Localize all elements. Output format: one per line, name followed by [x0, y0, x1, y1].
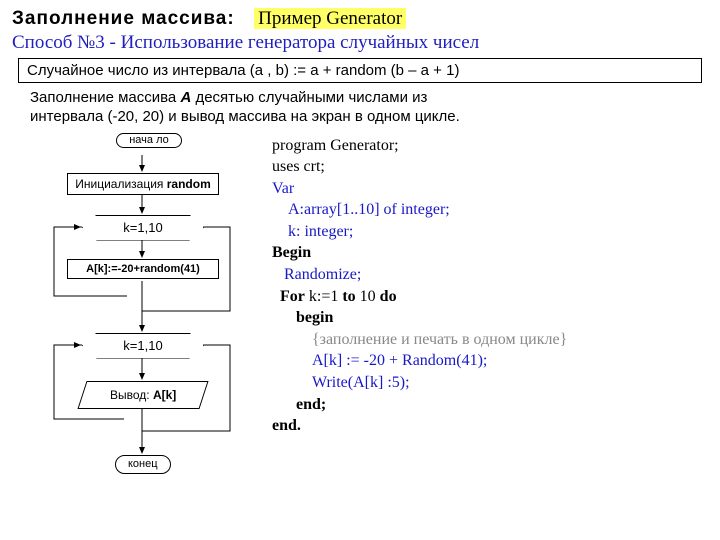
task-text: Заполнение массива А десятью случайными …	[30, 89, 702, 127]
code-l9: begin	[272, 307, 567, 329]
task-array-name: А	[180, 89, 195, 106]
flow-assign: A[k]:=-20+random(41)	[67, 259, 219, 279]
code-l7: Randomize;	[272, 264, 567, 286]
formula-text: Случайное число из интервала (a , b) := …	[27, 62, 459, 79]
code-l4: A:array[1..10] of integer;	[272, 199, 567, 221]
subtitle: Способ №3 - Использование генератора слу…	[12, 32, 708, 54]
title-highlight: Пример Generator	[254, 8, 406, 29]
flow-start: нача ло	[116, 133, 182, 148]
code-l5: k: integer;	[272, 221, 567, 243]
flow-loop1: k=1,10	[82, 215, 204, 241]
code-l10: {заполнение и печать в одном цикле}	[272, 329, 567, 351]
flow-out-a: Вывод:	[110, 388, 153, 402]
code-l6: Begin	[272, 242, 567, 264]
flow-output: Вывод: A[k]	[77, 381, 208, 409]
code-l8: For k:=1 to 10 do	[272, 286, 567, 308]
flowchart: нача ло Инициализация random k=1,10 A[k]…	[12, 131, 272, 511]
code-l8e: do	[380, 288, 397, 305]
task-line2: интервала (-20, 20) и вывод массива на э…	[30, 108, 460, 125]
code-l1: program Generator;	[272, 135, 567, 157]
code-l8b: k:=1	[305, 288, 342, 305]
code-l12: Write(A[k] :5);	[272, 372, 567, 394]
code-l13: end;	[272, 394, 567, 416]
task-line1a: Заполнение массива	[30, 89, 180, 106]
code-l11: A[k] := -20 + Random(41);	[272, 350, 567, 372]
title-row: Заполнение массива: Пример Generator	[12, 8, 708, 30]
formula-box: Случайное число из интервала (a , b) := …	[18, 58, 702, 83]
code-l8c: to	[342, 288, 355, 305]
code-l14: end.	[272, 415, 567, 437]
title-left: Заполнение массива:	[12, 8, 235, 29]
flow-init-b: random	[167, 177, 211, 191]
flow-init: Инициализация random	[67, 173, 219, 195]
task-line1c: десятью случайными числами из	[195, 89, 427, 106]
content-row: нача ло Инициализация random k=1,10 A[k]…	[12, 131, 708, 511]
code-l8d: 10	[356, 288, 380, 305]
flow-out-b: A[k]	[153, 388, 176, 402]
code-l2: uses crt;	[272, 156, 567, 178]
code-l3: Var	[272, 178, 567, 200]
code-l8a: For	[280, 288, 305, 305]
code-block: program Generator; uses crt; Var A:array…	[272, 131, 567, 511]
flow-loop2: k=1,10	[82, 333, 204, 359]
flow-end: конец	[115, 455, 171, 474]
flow-init-a: Инициализация	[75, 177, 167, 191]
